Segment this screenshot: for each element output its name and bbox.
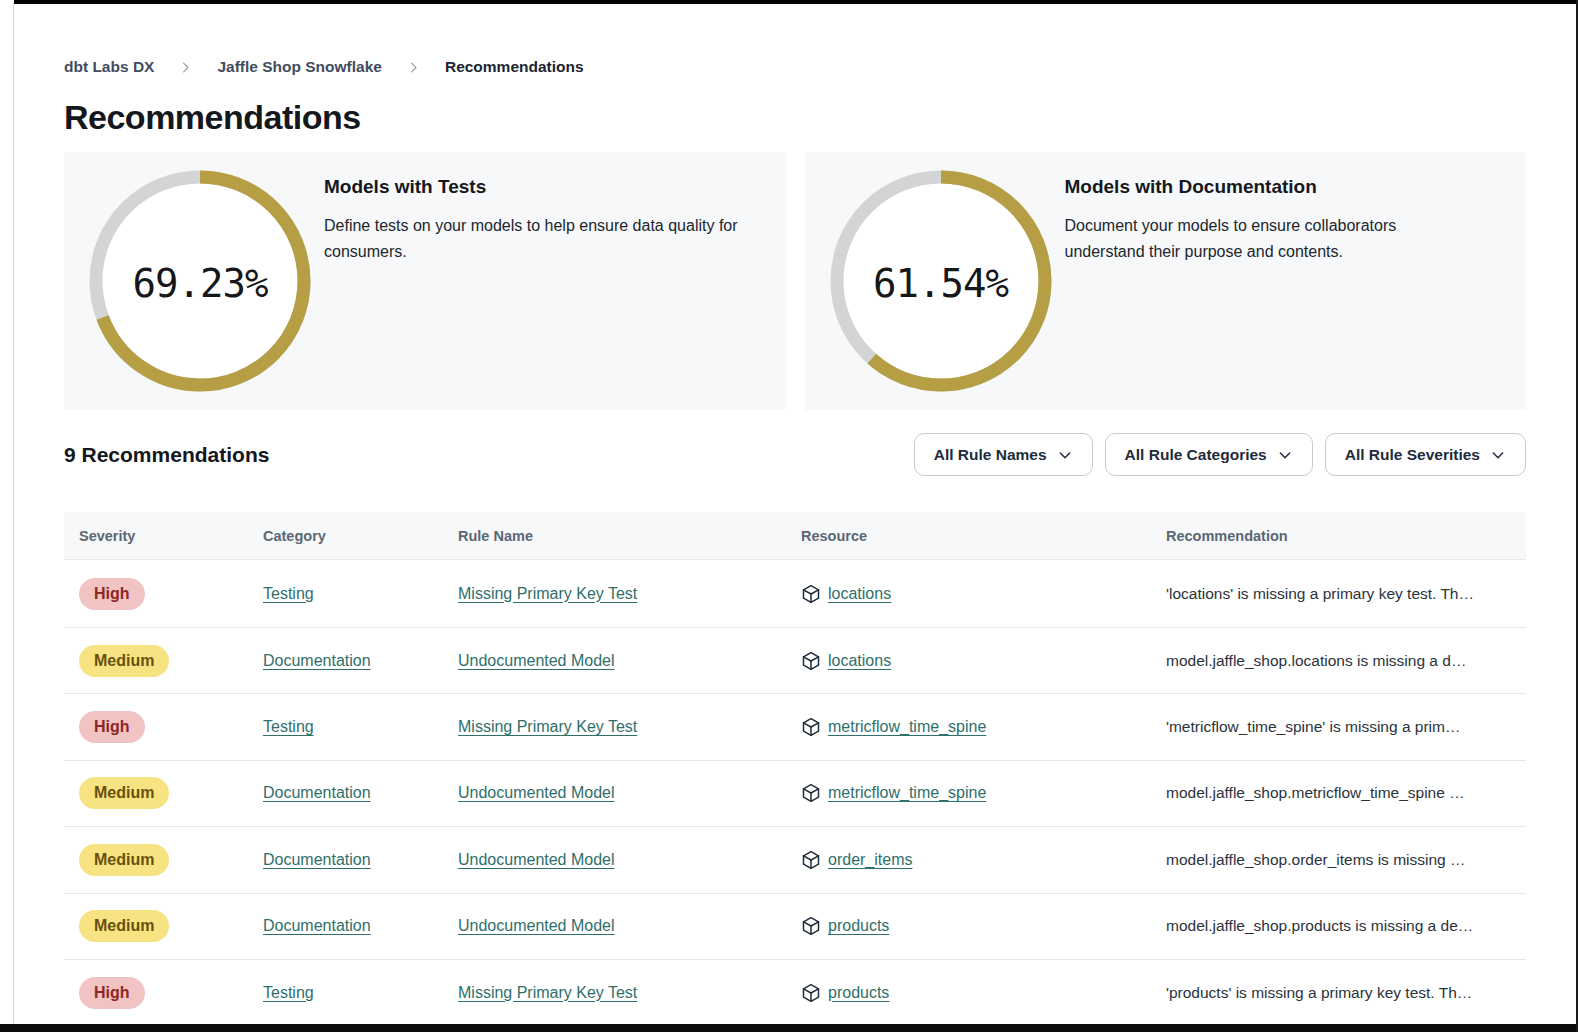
severity-badge: High bbox=[79, 977, 145, 1009]
resource-link[interactable]: metricflow_time_spine bbox=[828, 784, 986, 802]
filter-label: All Rule Names bbox=[934, 446, 1047, 464]
recommendation-text: 'products' is missing a primary key test… bbox=[1151, 984, 1526, 1002]
breadcrumb-project[interactable]: dbt Labs DX bbox=[64, 58, 154, 76]
model-cube-icon bbox=[801, 651, 821, 671]
table-row: Medium Documentation Undocumented Model … bbox=[64, 827, 1526, 893]
card-description-line: Document your models to ensure collabora… bbox=[1065, 213, 1397, 239]
rule-name-link[interactable]: Missing Primary Key Test bbox=[458, 718, 637, 735]
models-with-tests-card: 69.23% Models with Tests Define tests on… bbox=[64, 152, 786, 410]
table-row: High Testing Missing Primary Key Test me… bbox=[64, 694, 1526, 760]
severity-badge: Medium bbox=[79, 645, 169, 677]
resource-link[interactable]: order_items bbox=[828, 851, 912, 869]
rule-name-link[interactable]: Undocumented Model bbox=[458, 851, 615, 868]
breadcrumb-environment[interactable]: Jaffle Shop Snowflake bbox=[217, 58, 382, 76]
table-row: Medium Documentation Undocumented Model … bbox=[64, 761, 1526, 827]
table-row: Medium Documentation Undocumented Model … bbox=[64, 628, 1526, 694]
category-link[interactable]: Documentation bbox=[263, 851, 371, 868]
category-link[interactable]: Testing bbox=[263, 718, 314, 735]
table-row: High Testing Missing Primary Key Test lo… bbox=[64, 560, 1526, 628]
breadcrumb-current: Recommendations bbox=[445, 58, 584, 76]
bottom-border bbox=[0, 1024, 1578, 1032]
category-link[interactable]: Documentation bbox=[263, 917, 371, 934]
summary-cards: 69.23% Models with Tests Define tests on… bbox=[64, 152, 1526, 410]
severity-badge: Medium bbox=[79, 844, 169, 876]
column-header-category: Category bbox=[248, 528, 443, 544]
recommendations-table: Severity Category Rule Name Resource Rec… bbox=[64, 512, 1526, 1026]
card-title: Models with Tests bbox=[324, 176, 738, 198]
table-header: Severity Category Rule Name Resource Rec… bbox=[64, 512, 1526, 560]
card-description-line: Define tests on your models to help ensu… bbox=[324, 213, 738, 239]
rule-categories-filter-dropdown[interactable]: All Rule Categories bbox=[1105, 433, 1313, 476]
top-border bbox=[14, 0, 1578, 4]
column-header-rule-name: Rule Name bbox=[443, 528, 786, 544]
resource-link[interactable]: locations bbox=[828, 585, 891, 603]
tests-donut-chart: 69.23% bbox=[89, 170, 311, 392]
recommendations-count-heading: 9 Recommendations bbox=[64, 443, 269, 467]
rule-names-filter-dropdown[interactable]: All Rule Names bbox=[914, 433, 1093, 476]
table-row: Medium Documentation Undocumented Model … bbox=[64, 894, 1526, 960]
resource-link[interactable]: metricflow_time_spine bbox=[828, 718, 986, 736]
column-header-severity: Severity bbox=[64, 528, 248, 544]
recommendation-text: model.jaffle_shop.products is missing a … bbox=[1151, 917, 1526, 935]
chevron-down-icon bbox=[1057, 447, 1073, 463]
page-title: Recommendations bbox=[64, 98, 1526, 137]
category-link[interactable]: Documentation bbox=[263, 652, 371, 669]
resource-link[interactable]: locations bbox=[828, 652, 891, 670]
model-cube-icon bbox=[801, 584, 821, 604]
main-content: dbt Labs DX Jaffle Shop Snowflake Recomm… bbox=[0, 0, 1578, 1026]
left-border bbox=[13, 3, 14, 1024]
filter-label: All Rule Severities bbox=[1345, 446, 1480, 464]
recommendation-text: 'locations' is missing a primary key tes… bbox=[1151, 585, 1526, 603]
recommendation-text: model.jaffle_shop.order_items is missing… bbox=[1151, 851, 1526, 869]
tests-percent-value: 69.23% bbox=[89, 170, 311, 392]
severity-badge: Medium bbox=[79, 910, 169, 942]
card-description-line: consumers. bbox=[324, 239, 738, 265]
category-link[interactable]: Testing bbox=[263, 984, 314, 1001]
category-link[interactable]: Documentation bbox=[263, 784, 371, 801]
severity-badge: High bbox=[79, 578, 145, 610]
resource-link[interactable]: products bbox=[828, 917, 889, 935]
chevron-right-icon bbox=[178, 60, 193, 75]
documentation-percent-value: 61.54% bbox=[830, 170, 1052, 392]
rule-name-link[interactable]: Undocumented Model bbox=[458, 917, 615, 934]
chevron-down-icon bbox=[1490, 447, 1506, 463]
severity-badge: High bbox=[79, 711, 145, 743]
resource-link[interactable]: products bbox=[828, 984, 889, 1002]
recommendation-text: model.jaffle_shop.metricflow_time_spine … bbox=[1151, 784, 1526, 802]
recommendation-text: model.jaffle_shop.locations is missing a… bbox=[1151, 652, 1526, 670]
rule-name-link[interactable]: Missing Primary Key Test bbox=[458, 984, 637, 1001]
model-cube-icon bbox=[801, 983, 821, 1003]
filter-label: All Rule Categories bbox=[1125, 446, 1267, 464]
model-cube-icon bbox=[801, 783, 821, 803]
rule-name-link[interactable]: Undocumented Model bbox=[458, 652, 615, 669]
filter-row: 9 Recommendations All Rule Names All Rul… bbox=[64, 433, 1526, 476]
column-header-resource: Resource bbox=[786, 528, 1151, 544]
chevron-right-icon bbox=[406, 60, 421, 75]
column-header-recommendation: Recommendation bbox=[1151, 528, 1526, 544]
breadcrumb: dbt Labs DX Jaffle Shop Snowflake Recomm… bbox=[64, 58, 1526, 76]
model-cube-icon bbox=[801, 916, 821, 936]
recommendation-text: 'metricflow_time_spine' is missing a pri… bbox=[1151, 718, 1526, 736]
model-cube-icon bbox=[801, 850, 821, 870]
card-title: Models with Documentation bbox=[1065, 176, 1397, 198]
category-link[interactable]: Testing bbox=[263, 585, 314, 602]
rule-severities-filter-dropdown[interactable]: All Rule Severities bbox=[1325, 433, 1526, 476]
card-description-line: understand their purpose and contents. bbox=[1065, 239, 1397, 265]
chevron-down-icon bbox=[1277, 447, 1293, 463]
rule-name-link[interactable]: Undocumented Model bbox=[458, 784, 615, 801]
models-with-documentation-card: 61.54% Models with Documentation Documen… bbox=[805, 152, 1527, 410]
model-cube-icon bbox=[801, 717, 821, 737]
documentation-donut-chart: 61.54% bbox=[830, 170, 1052, 392]
table-row: High Testing Missing Primary Key Test pr… bbox=[64, 960, 1526, 1026]
rule-name-link[interactable]: Missing Primary Key Test bbox=[458, 585, 637, 602]
severity-badge: Medium bbox=[79, 777, 169, 809]
